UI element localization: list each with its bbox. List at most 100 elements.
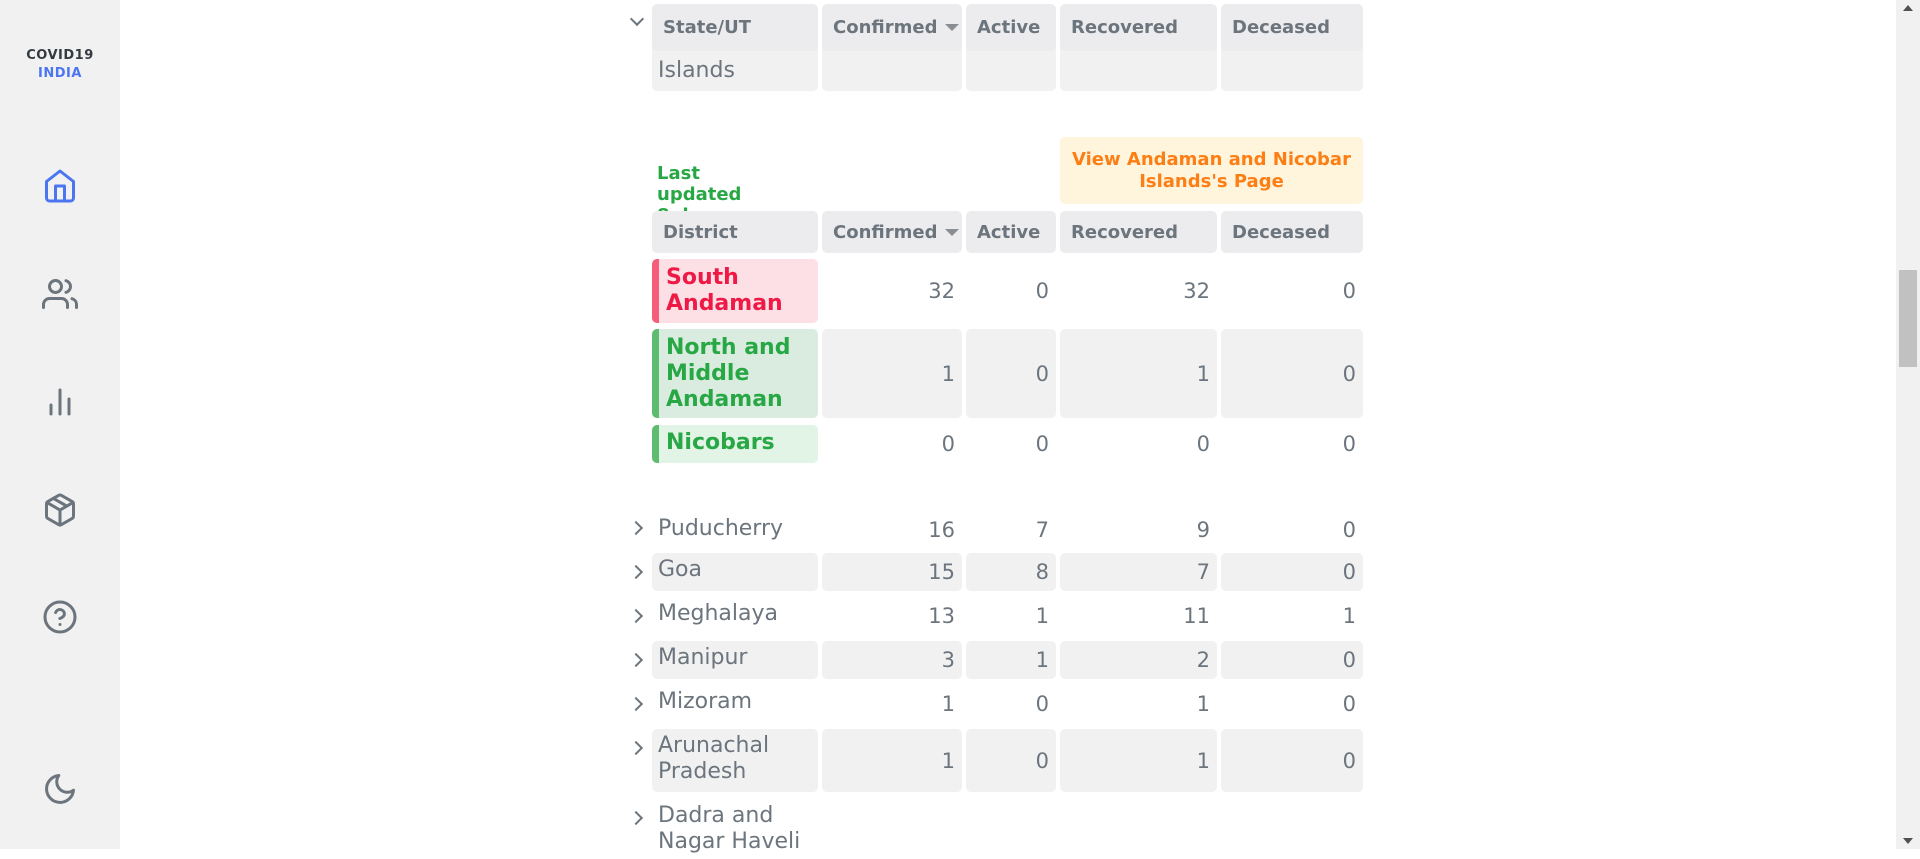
state-row-name[interactable]: Dadra and Nagar Haveli (652, 799, 818, 859)
district-header-active[interactable]: Active (966, 211, 1056, 253)
header-recovered-label: Recovered (1071, 17, 1179, 38)
package-icon (45, 493, 75, 527)
district-confirmed: 1 (822, 329, 962, 418)
nav-users[interactable] (40, 274, 80, 314)
state-row-name[interactable]: Mizoram (652, 685, 818, 723)
sort-desc-icon (945, 228, 960, 236)
state-confirmed: 1 (822, 729, 962, 792)
state-deceased: 0 (1342, 692, 1356, 716)
district-header-recovered-label: Recovered (1071, 221, 1179, 243)
header-district[interactable]: District (652, 211, 818, 253)
header-active-label: Active (977, 17, 1041, 38)
state-deceased: 1 (1342, 604, 1356, 628)
district-name: South Andaman (666, 265, 783, 316)
state-row-name[interactable]: Manipur (652, 641, 818, 679)
collapse-chevron-icon[interactable] (629, 11, 645, 27)
bar-chart-icon (49, 388, 71, 416)
state-row-name[interactable]: Arunachal Pradesh (652, 729, 818, 792)
expand-chevron-icon[interactable] (628, 696, 644, 712)
state-active: 7 (1035, 518, 1049, 542)
district-row-nicobars[interactable]: Nicobars (652, 425, 818, 463)
logo[interactable]: COVID19 INDIA (0, 47, 120, 83)
state-recovered: 1 (1060, 729, 1217, 792)
logo-line2: INDIA (38, 66, 82, 81)
district-recovered: 0 (1196, 432, 1210, 456)
state-deceased: 0 (1221, 729, 1363, 792)
district-deceased: 0 (1342, 279, 1356, 303)
state-row-name[interactable]: Puducherry (652, 512, 818, 548)
district-name: North and Middle Andaman (666, 335, 791, 412)
scrollbar[interactable] (1896, 0, 1920, 849)
state-row-name[interactable]: Goa (652, 553, 818, 591)
scroll-thumb[interactable] (1899, 270, 1917, 367)
expand-chevron-icon[interactable] (628, 740, 644, 756)
header-confirmed[interactable]: Confirmed (822, 4, 962, 51)
district-active: 0 (1035, 279, 1049, 303)
view-state-page-button[interactable]: View Andaman and Nicobar Islands's Page (1060, 137, 1363, 204)
header-state-label: State/UT (663, 17, 751, 38)
header-recovered[interactable]: Recovered (1060, 4, 1217, 51)
logo-line1: COVID19 (26, 48, 94, 63)
home-icon (45, 169, 75, 203)
scroll-up-icon[interactable] (1903, 5, 1913, 11)
state-recovered: 1 (1196, 692, 1210, 716)
state-confirmed: 16 (928, 518, 955, 542)
district-header-recovered[interactable]: Recovered (1060, 211, 1217, 253)
state-deceased: 0 (1221, 641, 1363, 679)
header-deceased-label: Deceased (1232, 17, 1330, 38)
district-active: 0 (1035, 432, 1049, 456)
district-header-confirmed-label: Confirmed (833, 221, 938, 243)
district-confirmed: 32 (928, 279, 955, 303)
header-state[interactable]: State/UT (652, 4, 818, 51)
nav-help[interactable] (40, 597, 80, 637)
state-confirmed: 3 (822, 641, 962, 679)
state-row-name[interactable]: Meghalaya (652, 597, 818, 635)
nav-package[interactable] (40, 490, 80, 530)
header-active[interactable]: Active (966, 4, 1056, 51)
state-active: 1 (1035, 604, 1049, 628)
district-recovered: 32 (1183, 279, 1210, 303)
district-confirmed: 0 (941, 432, 955, 456)
state-confirmed: 15 (822, 553, 962, 591)
state-recovered: 11 (1183, 604, 1210, 628)
district-row-south-andaman[interactable]: South Andaman (652, 259, 818, 323)
state-recovered: 9 (1196, 518, 1210, 542)
moon-icon (45, 774, 75, 804)
header-deceased[interactable]: Deceased (1221, 4, 1363, 51)
district-row-north-middle-andaman[interactable]: North and Middle Andaman (652, 329, 818, 418)
nav-charts[interactable] (40, 382, 80, 422)
scroll-down-icon[interactable] (1903, 838, 1913, 844)
nav-theme-toggle[interactable] (40, 769, 80, 809)
district-deceased: 0 (1221, 329, 1363, 418)
state-name-tail: Islands (658, 58, 735, 83)
district-header-confirmed[interactable]: Confirmed (822, 211, 962, 253)
expand-chevron-icon[interactable] (628, 520, 644, 536)
expand-chevron-icon[interactable] (628, 564, 644, 580)
state-confirmed: 13 (928, 604, 955, 628)
district-deceased: 0 (1342, 432, 1356, 456)
state-active: 0 (966, 729, 1056, 792)
district-header-deceased[interactable]: Deceased (1221, 211, 1363, 253)
state-recovered: 2 (1060, 641, 1217, 679)
district-recovered: 1 (1060, 329, 1217, 418)
sort-desc-icon (945, 24, 960, 31)
district-header-active-label: Active (977, 221, 1041, 243)
district-header-deceased-label: Deceased (1232, 221, 1330, 243)
users-icon (42, 279, 78, 309)
state-active: 1 (966, 641, 1056, 679)
state-active: 0 (1035, 692, 1049, 716)
state-deceased: 0 (1221, 553, 1363, 591)
district-name: Nicobars (666, 430, 775, 455)
header-confirmed-label: Confirmed (833, 17, 938, 38)
district-active: 0 (966, 329, 1056, 418)
expand-chevron-icon[interactable] (628, 810, 644, 826)
state-active: 8 (966, 553, 1056, 591)
expand-chevron-icon[interactable] (628, 652, 644, 668)
state-recovered: 7 (1060, 553, 1217, 591)
nav-home[interactable] (40, 166, 80, 206)
expand-chevron-icon[interactable] (628, 608, 644, 624)
help-circle-icon (43, 600, 77, 634)
state-deceased: 0 (1342, 518, 1356, 542)
header-district-label: District (663, 221, 738, 243)
state-confirmed: 1 (941, 692, 955, 716)
